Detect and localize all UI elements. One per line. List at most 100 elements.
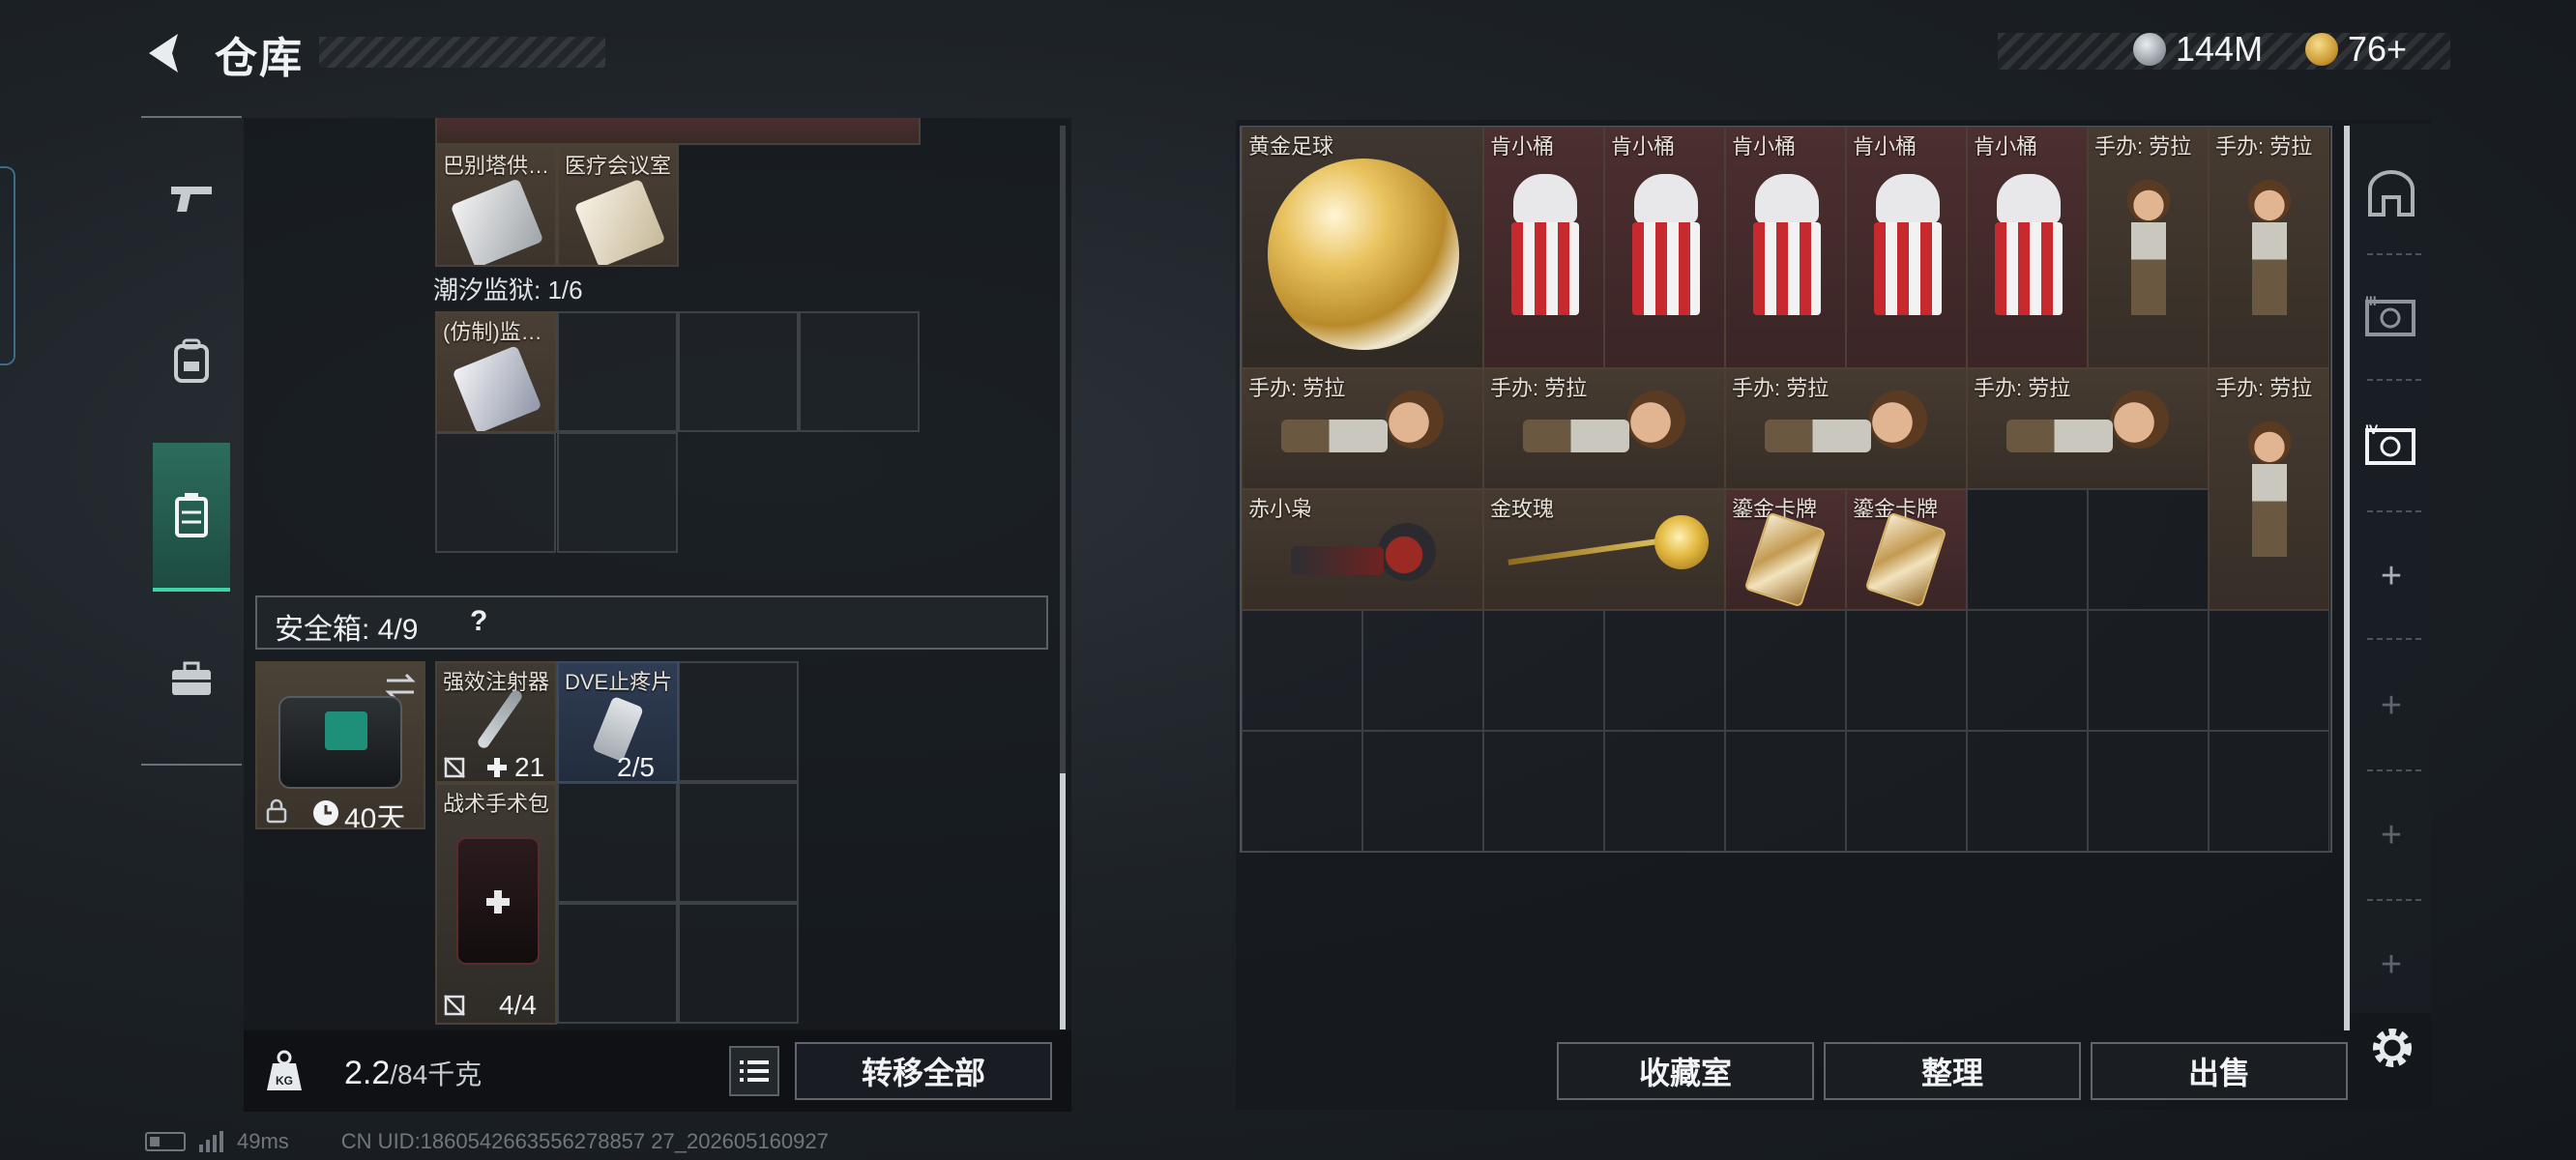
empty-slot[interactable] [1725, 731, 1846, 852]
stash-page-1[interactable] [2359, 160, 2423, 228]
stash-item[interactable]: 肯小桶 [1483, 127, 1604, 368]
no-trade-icon [444, 757, 465, 778]
empty-slot[interactable] [1846, 731, 1967, 852]
empty-slot[interactable] [557, 432, 678, 553]
empty-slot[interactable] [678, 311, 799, 432]
item-name: 手办: 劳拉 [2215, 134, 2313, 159]
stash-page-2[interactable]: III [2359, 284, 2423, 352]
list-icon [740, 1060, 769, 1082]
item-card[interactable]: 战术手术包 4/4 [435, 783, 557, 1025]
empty-slot[interactable] [2209, 610, 2329, 731]
empty-slot[interactable] [1242, 731, 1362, 852]
add-page-button[interactable]: + [2359, 677, 2423, 735]
stash-item[interactable]: 手办: 劳拉 [1725, 368, 1967, 489]
empty-slot[interactable] [1967, 731, 2088, 852]
empty-slot[interactable] [1483, 610, 1604, 731]
stash-item[interactable]: 手办: 劳拉 [1967, 368, 2209, 489]
page-title: 仓库 [215, 35, 304, 82]
empty-slot[interactable] [1242, 610, 1362, 731]
add-page-button[interactable]: + [2359, 936, 2423, 994]
settings-button[interactable] [2367, 1023, 2417, 1073]
inventory-scrollbar-thumb[interactable] [1060, 773, 1066, 1030]
stash-item[interactable]: 肯小桶 [1846, 127, 1967, 368]
add-page-button[interactable]: + [2359, 806, 2423, 864]
empty-slot[interactable] [557, 311, 678, 432]
empty-slot[interactable] [678, 903, 799, 1024]
nav-backpack[interactable] [153, 288, 230, 433]
stash-item[interactable]: 肯小桶 [1604, 127, 1725, 368]
stash-page-3[interactable]: IV [2359, 412, 2423, 479]
stash-item[interactable]: 鎏金卡牌 [1725, 489, 1846, 610]
item-count: 2/5 [617, 752, 655, 782]
figure-head-icon [2248, 180, 2291, 222]
transfer-all-button[interactable]: 转移全部 [795, 1042, 1052, 1100]
empty-slot[interactable] [557, 903, 678, 1024]
silver-currency[interactable]: 144M [2133, 29, 2263, 70]
bucket-icon [1632, 222, 1700, 315]
container-icon [175, 493, 208, 537]
stash-item[interactable]: 手办: 劳拉 [2209, 127, 2329, 368]
nav-weapons[interactable] [153, 126, 230, 271]
side-drawer-tab[interactable] [0, 166, 15, 365]
item-card[interactable]: (仿制)监… [435, 311, 557, 433]
figure-head-icon [1869, 391, 1927, 449]
safebox-help-button[interactable]: ? [470, 605, 487, 638]
empty-slot[interactable] [2088, 489, 2209, 610]
stash-item[interactable]: 手办: 劳拉 [2088, 127, 2209, 368]
item-name: 肯小桶 [1853, 134, 1917, 159]
nav-divider-bottom [141, 764, 242, 766]
figure-body-icon [2252, 464, 2287, 557]
keycard-icon [452, 345, 542, 431]
weight-icon: KG [267, 1050, 302, 1090]
empty-slot[interactable] [557, 782, 678, 903]
rose-stem-icon [1508, 536, 1672, 566]
empty-slot[interactable] [1362, 610, 1483, 731]
empty-slot[interactable] [435, 432, 556, 553]
rose-icon [1654, 515, 1709, 569]
sell-button[interactable]: 出售 [2091, 1042, 2348, 1100]
stash-item[interactable]: 鎏金卡牌 [1846, 489, 1967, 610]
empty-slot[interactable] [1725, 610, 1846, 731]
empty-slot[interactable] [2088, 731, 2209, 852]
empty-slot[interactable] [1967, 489, 2088, 610]
item-card[interactable]: DVE止疼片 2/5 [557, 661, 679, 783]
collection-room-button[interactable]: 收藏室 [1557, 1042, 1814, 1100]
item-card[interactable]: 巴别塔供… [435, 145, 557, 267]
nav-container[interactable] [153, 443, 230, 592]
back-button[interactable] [135, 21, 193, 85]
item-card[interactable]: 强效注射器 21 [435, 661, 557, 783]
stash-item[interactable]: 肯小桶 [1967, 127, 2088, 368]
stash-item[interactable]: 金玫瑰 [1483, 489, 1725, 610]
empty-slot[interactable] [1604, 610, 1725, 731]
safebox-duration: 40天 [344, 803, 406, 829]
sort-button[interactable]: 整理 [1824, 1042, 2081, 1100]
empty-slot[interactable] [1604, 731, 1725, 852]
stash-item[interactable]: 黄金足球 [1242, 127, 1483, 368]
empty-slot[interactable] [1967, 610, 2088, 731]
bucket-icon [1753, 222, 1821, 315]
stash-item[interactable]: 肯小桶 [1725, 127, 1846, 368]
empty-slot[interactable] [678, 661, 799, 782]
stash-item[interactable]: 赤小枭 [1242, 489, 1483, 610]
add-page-button[interactable]: + [2359, 547, 2423, 605]
keycard-icon [573, 178, 666, 265]
battery-icon [145, 1132, 186, 1151]
nav-toolbox[interactable] [153, 607, 230, 752]
stash-item[interactable]: 手办: 劳拉 [1483, 368, 1725, 489]
item-name: 手办: 劳拉 [1248, 376, 1346, 400]
item-name: 巴别塔供… [443, 154, 550, 178]
item-card[interactable]: 医疗会议室 [557, 145, 679, 267]
weight-max: /84千克 [390, 1059, 483, 1089]
empty-slot[interactable] [799, 311, 920, 432]
list-view-button[interactable] [729, 1046, 779, 1096]
gold-currency[interactable]: 76+ [2305, 29, 2407, 70]
safebox-container[interactable]: 40天 [255, 661, 425, 829]
empty-slot[interactable] [1483, 731, 1604, 852]
empty-slot[interactable] [1846, 610, 1967, 731]
stash-item[interactable]: 手办: 劳拉 [1242, 368, 1483, 489]
empty-slot[interactable] [2088, 610, 2209, 731]
stash-item[interactable]: 手办: 劳拉 [2209, 368, 2329, 610]
empty-slot[interactable] [678, 782, 799, 903]
empty-slot[interactable] [2209, 731, 2329, 852]
empty-slot[interactable] [1362, 731, 1483, 852]
